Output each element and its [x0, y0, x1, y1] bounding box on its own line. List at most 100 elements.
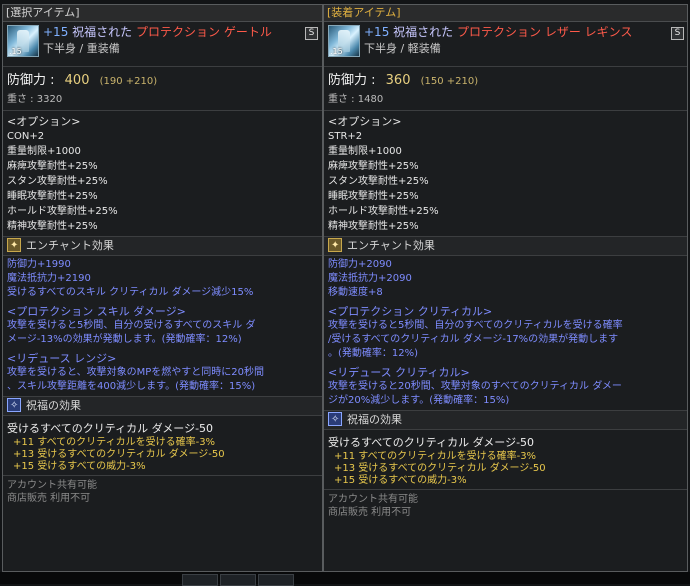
defense-line: 防御力 : 400 (190 +210) — [7, 71, 322, 92]
defense-value: 400 — [64, 73, 90, 88]
blessing-line: +11 すべてのクリティカルを受ける確率-3% — [13, 437, 216, 448]
enchant-skill-line: 、スキル攻撃距離を400減少します。(発動確率：15%) — [7, 381, 256, 392]
enchant-line: 魔法抵抗力+2090 — [328, 273, 412, 284]
option-line: ホールド攻撃耐性+25% — [7, 206, 118, 217]
enchant-line: 魔法抵抗力+2190 — [7, 273, 91, 284]
enchant-line: 防御力+2090 — [328, 259, 392, 270]
enchant-skill-title: <プロテクション クリティカル> — [328, 305, 493, 318]
option-line: 睡眠攻撃耐性+25% — [7, 191, 98, 202]
enchant-skill-title: <リデュース レンジ> — [7, 352, 117, 365]
background-strip — [0, 572, 690, 584]
selected-item-tooltip: [選択アイテム] .15 +15 祝福された プロテクション ゲートル 下半身 … — [2, 4, 323, 572]
defense-line: 防御力 : 360 (150 +210) — [328, 71, 687, 92]
enchant-icon — [328, 237, 342, 255]
enchant-line: 受けるすべてのスキル クリティカル ダメージ減少15% — [7, 287, 254, 298]
enchant-title: エンチャント効果 — [347, 239, 435, 252]
enchant-level: +15 — [364, 25, 390, 39]
item-name: +15 祝福された プロテクション ゲートル — [43, 24, 272, 40]
option-line: スタン攻撃耐性+25% — [7, 176, 108, 187]
background-slot — [258, 574, 294, 586]
tooltip-header: [装着アイテム] — [324, 5, 687, 22]
defense-label: 防御力 : — [328, 73, 376, 88]
equipped-item-tooltip: [装着アイテム] .15 +15 祝福された プロテクション レザー レギンス … — [323, 4, 688, 572]
option-line: 麻痺攻撃耐性+25% — [328, 161, 419, 172]
background-slot — [182, 574, 218, 586]
weight-line: 重さ : 3320 — [7, 94, 63, 105]
item-summary: .15 +15 祝福された プロテクション ゲートル 下半身 / 重装備 S — [3, 22, 322, 66]
options-section: <オプション> STR+2 重量制限+1000 麻痺攻撃耐性+25% スタン攻撃… — [324, 111, 687, 236]
leg-armor-icon: .15 — [328, 25, 360, 57]
option-line: 精神攻撃耐性+25% — [7, 221, 98, 232]
item-title: プロテクション レザー レギンス — [457, 25, 633, 39]
stats: 防御力 : 360 (150 +210) 重さ : 1480 — [324, 67, 687, 110]
blessing-title: 祝福の効果 — [347, 413, 402, 426]
tooltip-header: [選択アイテム] — [3, 5, 322, 22]
weight-line: 重さ : 1480 — [328, 94, 384, 105]
enchant-section: 防御力+1990 魔法抵抗力+2190 受けるすべてのスキル クリティカル ダメ… — [3, 256, 322, 396]
blessing-main-line: 受けるすべてのクリティカル ダメージ-50 — [328, 436, 535, 449]
enchant-skill-line: 攻撃を受けると20秒間、攻撃対象のすべてのクリティカル ダメー — [328, 381, 622, 392]
item-title: プロテクション ゲートル — [136, 25, 272, 39]
blessing-main-line: 受けるすべてのクリティカル ダメージ-50 — [7, 422, 214, 435]
grade-badge: S — [671, 27, 684, 40]
option-line: スタン攻撃耐性+25% — [328, 176, 429, 187]
enchant-skill-line: 攻撃を受けると、攻撃対象のMPを燃やすと同時に20秒間 — [7, 367, 264, 378]
blessing-line: +15 受けるすべての威力-3% — [13, 461, 146, 472]
defense-label: 防御力 : — [7, 73, 55, 88]
blessing-section-header: 祝福の効果 — [3, 396, 322, 416]
item-name: +15 祝福された プロテクション レザー レギンス — [364, 24, 632, 40]
background-slot — [220, 574, 256, 586]
blessing-line: +13 受けるすべてのクリティカル ダメージ-50 — [334, 463, 546, 474]
enchant-skill-line: 攻撃を受けると5秒間、自分の受けるすべてのスキル ダ — [7, 320, 256, 331]
options-title: <オプション> — [328, 115, 402, 128]
enchant-skill-title: <リデュース クリティカル> — [328, 366, 470, 379]
blessing-icon — [328, 411, 342, 429]
blessing-line: +15 受けるすべての威力-3% — [334, 475, 467, 486]
item-summary: .15 +15 祝福された プロテクション レザー レギンス 下半身 / 軽装備… — [324, 22, 687, 66]
enchant-skill-line: 攻撃を受けると5秒間、自分のすべてのクリティカルを受ける確率 — [328, 320, 623, 331]
blessing-title: 祝福の効果 — [26, 399, 81, 412]
blessing-line: +11 すべてのクリティカルを受ける確率-3% — [334, 451, 537, 462]
enchant-skill-line: メージ-13%の効果が発動します。(発動確率：12%) — [7, 334, 242, 345]
blessing-section: 受けるすべてのクリティカル ダメージ-50 +11 すべてのクリティカルを受ける… — [324, 430, 687, 489]
enchant-skill-line: /受けるすべてのクリティカル ダメージ-17%の効果が発動します — [328, 334, 619, 345]
stats: 防御力 : 400 (190 +210) 重さ : 3320 — [3, 67, 322, 110]
account-share-text: アカウント共有可能 — [328, 494, 418, 505]
enchant-level: +15 — [43, 25, 69, 39]
shop-sale-text: 商店販売 利用不可 — [328, 507, 412, 518]
option-line: 睡眠攻撃耐性+25% — [328, 191, 419, 202]
enchant-skill-line: 。(発動確率：12%) — [328, 348, 419, 359]
option-line: 精神攻撃耐性+25% — [328, 221, 419, 232]
enchant-skill-title: <プロテクション スキル ダメージ> — [7, 305, 186, 318]
item-type: 下半身 / 軽装備 — [364, 42, 441, 55]
enchant-title: エンチャント効果 — [26, 239, 114, 252]
enchant-section: 防御力+2090 魔法抵抗力+2090 移動速度+8 <プロテクション クリティ… — [324, 256, 687, 410]
option-line: CON+2 — [7, 131, 45, 142]
option-line: 重量制限+1000 — [7, 146, 81, 157]
option-line: 麻痺攻撃耐性+25% — [7, 161, 98, 172]
item-level-badge: .15 — [330, 47, 343, 56]
enchant-line: 防御力+1990 — [7, 259, 71, 270]
enchant-skill-line: ジが20%減少します。(発動確率：15%) — [328, 395, 510, 406]
shop-sale-text: 商店販売 利用不可 — [7, 493, 91, 504]
option-line: ホールド攻撃耐性+25% — [328, 206, 439, 217]
option-line: 重量制限+1000 — [328, 146, 402, 157]
enchant-section-header: エンチャント効果 — [3, 236, 322, 256]
leg-armor-icon: .15 — [7, 25, 39, 57]
blessing-section: 受けるすべてのクリティカル ダメージ-50 +11 すべてのクリティカルを受ける… — [3, 416, 322, 475]
blessing-line: +13 受けるすべてのクリティカル ダメージ-50 — [13, 449, 225, 460]
footer: アカウント共有可能 商店販売 利用不可 — [324, 490, 687, 519]
enchant-icon — [7, 237, 21, 255]
footer: アカウント共有可能 商店販売 利用不可 — [3, 476, 322, 505]
item-type: 下半身 / 重装備 — [43, 42, 120, 55]
enchant-line: 移動速度+8 — [328, 287, 383, 298]
option-line: STR+2 — [328, 131, 363, 142]
account-share-text: アカウント共有可能 — [7, 480, 97, 491]
blessed-label: 祝福された — [72, 25, 133, 39]
blessed-label: 祝福された — [393, 25, 454, 39]
options-title: <オプション> — [7, 115, 81, 128]
item-level-badge: .15 — [9, 47, 22, 56]
defense-value: 360 — [385, 73, 411, 88]
blessing-icon — [7, 397, 21, 415]
blessing-section-header: 祝福の効果 — [324, 410, 687, 430]
